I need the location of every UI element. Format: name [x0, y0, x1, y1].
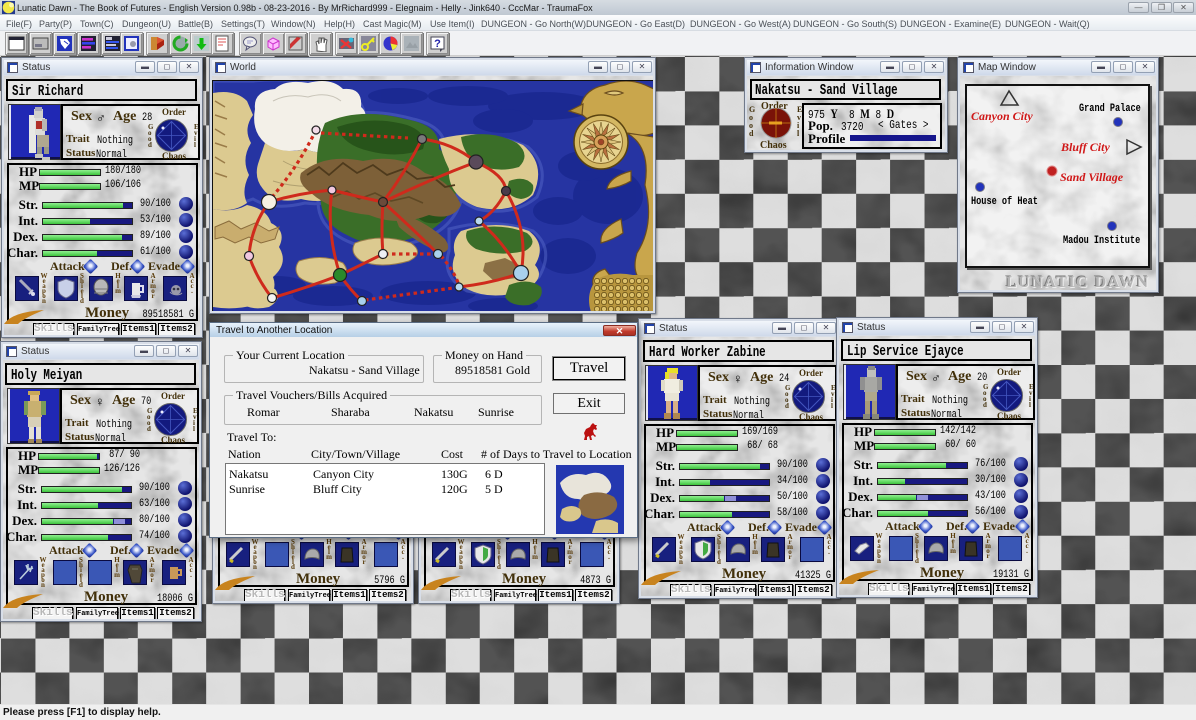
- svg-text:?: ?: [434, 38, 441, 50]
